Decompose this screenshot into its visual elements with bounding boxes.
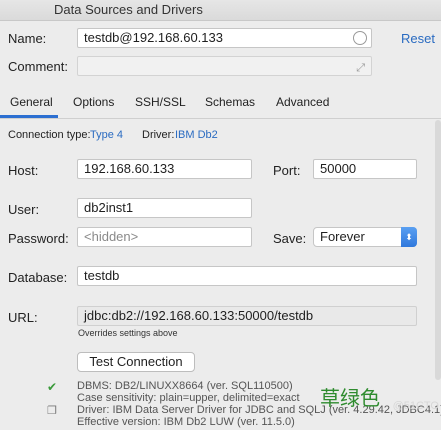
password-label: Password: <box>8 231 69 246</box>
driver-link[interactable]: IBM Db2 <box>175 129 218 141</box>
name-field[interactable]: testdb@192.168.60.133 <box>77 28 372 48</box>
name-value: testdb@192.168.60.133 <box>84 30 223 45</box>
comment-label: Comment: <box>8 59 68 74</box>
tab-general[interactable]: General <box>10 95 53 109</box>
tab-schemas[interactable]: Schemas <box>205 95 255 109</box>
test-result-line-2: Case sensitivity: plain=upper, delimited… <box>77 392 300 404</box>
name-label: Name: <box>8 31 47 46</box>
url-value: jdbc:db2://192.168.60.133:50000/testdb <box>84 308 314 323</box>
driver-label: Driver: <box>142 129 175 141</box>
comment-field[interactable]: ⤢ <box>77 56 372 76</box>
password-placeholder: <hidden> <box>84 229 139 244</box>
reset-link[interactable]: Reset <box>401 31 435 46</box>
watermark: @51CTO <box>392 400 439 412</box>
caption-overlay: 草绿色 <box>320 388 380 410</box>
database-field[interactable]: testdb <box>77 266 417 286</box>
copy-icon[interactable]: ❐ <box>47 404 57 417</box>
chevron-updown-icon[interactable]: ⬍ <box>401 227 417 247</box>
connection-type-link[interactable]: Type 4 <box>90 129 123 141</box>
window-title: Data Sources and Drivers <box>54 2 203 17</box>
user-label: User: <box>8 202 40 217</box>
test-result-line-1: DBMS: DB2/LINUXX8664 (ver. SQL110500) <box>77 380 293 392</box>
url-field[interactable]: jdbc:db2://192.168.60.133:50000/testdb <box>77 306 417 326</box>
test-result-line-4: Effective version: IBM Db2 LUW (ver. 11.… <box>77 416 295 428</box>
tabs-divider <box>0 118 441 119</box>
host-label: Host: <box>8 163 39 178</box>
expand-icon[interactable]: ⤢ <box>356 59 365 75</box>
port-field[interactable]: 50000 <box>313 159 417 179</box>
port-label: Port: <box>273 163 301 178</box>
user-value: db2inst1 <box>84 200 134 215</box>
test-result-line-3: Driver: IBM Data Server Driver for JDBC … <box>77 404 441 416</box>
tab-advanced[interactable]: Advanced <box>276 95 329 109</box>
database-label: Database: <box>8 270 68 285</box>
tab-ssh-ssl[interactable]: SSH/SSL <box>135 95 186 109</box>
port-value: 50000 <box>320 161 357 176</box>
save-value: Forever <box>320 229 365 244</box>
color-circle-icon[interactable] <box>353 31 367 45</box>
password-field[interactable]: <hidden> <box>77 227 252 247</box>
url-note: Overrides settings above <box>78 328 178 338</box>
save-select[interactable]: Forever ⬍ <box>313 227 417 247</box>
host-field[interactable]: 192.168.60.133 <box>77 159 252 179</box>
scrollbar[interactable] <box>435 120 441 380</box>
connection-type-label: Connection type: <box>8 129 91 141</box>
user-field[interactable]: db2inst1 <box>77 198 252 218</box>
title-bar: Data Sources and Drivers <box>0 0 441 21</box>
url-label: URL: <box>8 310 38 325</box>
test-connection-button[interactable]: Test Connection <box>77 352 195 372</box>
tab-options[interactable]: Options <box>73 95 114 109</box>
database-value: testdb <box>84 268 120 283</box>
checkmark-icon: ✔ <box>47 380 58 394</box>
host-value: 192.168.60.133 <box>84 161 175 176</box>
save-label: Save: <box>273 231 307 246</box>
